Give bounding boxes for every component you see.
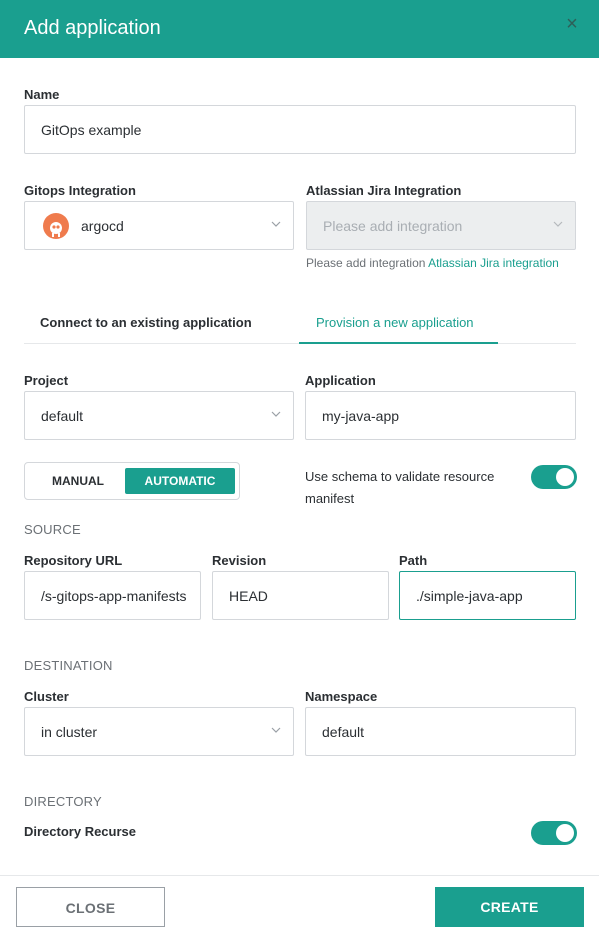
destination-heading: DESTINATION [24, 658, 113, 673]
application-input[interactable]: my-java-app [305, 391, 576, 440]
close-icon[interactable]: × [562, 14, 582, 34]
chevron-down-icon [271, 409, 281, 419]
directory-heading: DIRECTORY [24, 794, 102, 809]
cluster-select[interactable]: in cluster [24, 707, 294, 756]
project-label: Project [24, 373, 69, 388]
gitops-integration-value: argocd [81, 218, 124, 234]
tab-connect-existing[interactable]: Connect to an existing application [40, 315, 252, 331]
repository-url-value: /s-gitops-app-manifests [41, 588, 187, 604]
project-value: default [41, 408, 84, 424]
schema-toggle[interactable] [531, 465, 577, 489]
revision-input[interactable]: HEAD [212, 571, 389, 620]
revision-value: HEAD [229, 588, 268, 604]
schema-toggle-label: Use schema to validate resource manifest [305, 469, 495, 506]
toggle-knob [556, 824, 574, 842]
toggle-knob [556, 468, 574, 486]
revision-label: Revision [212, 553, 267, 568]
namespace-value: default [322, 724, 365, 740]
jira-hint-text: Please add integration [306, 256, 426, 270]
name-input-value: GitOps example [41, 122, 142, 138]
path-label: Path [399, 553, 428, 568]
dialog-title: Add application [24, 17, 161, 39]
namespace-input[interactable]: default [305, 707, 576, 756]
close-button[interactable]: CLOSE [16, 887, 165, 927]
gitops-integration-label: Gitops Integration [24, 183, 136, 198]
jira-integration-label: Atlassian Jira Integration [306, 183, 462, 198]
sync-mode-switch: MANUAL AUTOMATIC [24, 462, 240, 500]
application-value: my-java-app [322, 408, 400, 424]
tab-provision-new[interactable]: Provision a new application [316, 315, 474, 331]
repository-url-input[interactable]: /s-gitops-app-manifests [24, 571, 201, 620]
jira-integration-select[interactable]: Please add integration [306, 201, 576, 250]
cluster-value: in cluster [41, 724, 98, 740]
directory-recurse-toggle[interactable] [531, 821, 577, 845]
active-tab-indicator [299, 342, 498, 344]
jira-integration-link[interactable]: Atlassian Jira integration [428, 256, 559, 270]
chevron-down-icon [271, 725, 281, 735]
name-label: Name [24, 87, 60, 102]
cluster-label: Cluster [24, 689, 69, 704]
application-label: Application [305, 373, 376, 388]
source-heading: SOURCE [24, 522, 81, 537]
directory-recurse-label: Directory Recurse [24, 824, 136, 839]
argo-logo-icon [43, 213, 69, 239]
path-value: ./simple-java-app [416, 588, 523, 604]
jira-integration-hint: Please add integration Atlassian Jira in… [306, 255, 559, 271]
path-input[interactable]: ./simple-java-app [399, 571, 576, 620]
gitops-integration-select[interactable]: argocd [24, 201, 294, 250]
footer-divider [0, 875, 599, 876]
name-input[interactable]: GitOps example [24, 105, 576, 154]
chevron-down-icon [553, 219, 563, 229]
project-select[interactable]: default [24, 391, 294, 440]
repository-url-label: Repository URL [24, 553, 123, 568]
namespace-label: Namespace [305, 689, 378, 704]
sync-mode-automatic[interactable]: AUTOMATIC [125, 468, 235, 494]
create-button[interactable]: CREATE [435, 887, 584, 927]
jira-integration-placeholder: Please add integration [323, 218, 463, 234]
chevron-down-icon [271, 219, 281, 229]
sync-mode-manual[interactable]: MANUAL [30, 468, 126, 494]
